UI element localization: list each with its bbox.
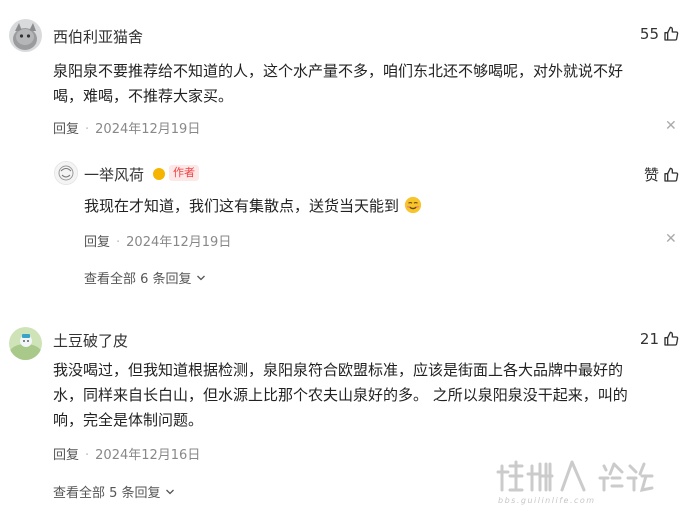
svg-text:bbs.guilinlife.com: bbs.guilinlife.com [498, 496, 596, 505]
like-button[interactable]: 21 [640, 330, 679, 348]
thumbs-up-icon [664, 167, 679, 182]
comment-text: 泉阳泉不要推荐给不知道的人，这个水产量不多，咱们东北还不够喝呢，对外就说不好 喝… [53, 59, 673, 109]
reply-meta: 回复 · 2024年12月19日 [84, 231, 231, 250]
reply-like-button[interactable]: 赞 [644, 164, 679, 185]
close-icon[interactable]: ✕ [665, 119, 677, 133]
avatar[interactable] [9, 327, 42, 360]
comment-text-line: 泉阳泉不要推荐给不知道的人，这个水产量不多，咱们东北还不够喝呢，对外就说不好 [53, 62, 624, 80]
author-badge: 作者 [169, 165, 199, 181]
separator-dot: · [85, 448, 90, 463]
comment-text: 我没喝过，但我知道根据检测，泉阳泉符合欧盟标准，应该是街面上各大品牌中最好的 水… [53, 358, 673, 433]
separator-dot: · [116, 235, 121, 250]
smiling-face-emoji [404, 196, 421, 214]
reply-avatar[interactable] [54, 161, 78, 185]
view-all-replies[interactable]: 查看全部 6 条回复 [84, 268, 206, 287]
comment-text-line: 我没喝过，但我知道根据检测，泉阳泉符合欧盟标准，应该是街面上各大品牌中最好的 [53, 361, 624, 379]
reply-username[interactable]: 一举风荷 [84, 164, 144, 185]
verified-icon [153, 168, 165, 180]
reply-button[interactable]: 回复 [53, 122, 79, 137]
comment-text-line: 响，完全是体制问题。 [53, 411, 204, 429]
view-all-label: 查看全部 5 条回复 [53, 486, 161, 501]
thumbs-up-icon [664, 26, 679, 41]
chevron-down-icon [165, 489, 174, 495]
avatar[interactable] [9, 19, 42, 52]
comment-date: 2024年12月19日 [95, 122, 201, 137]
reply-button[interactable]: 回复 [84, 235, 110, 250]
reply-button[interactable]: 回复 [53, 448, 79, 463]
reply-text: 我现在才知道，我们这有集散点，送货当天能到 [84, 194, 422, 219]
comment-meta: 回复 · 2024年12月19日 [53, 118, 200, 137]
like-button[interactable]: 55 [640, 25, 679, 43]
separator-dot: · [85, 122, 90, 137]
reply-date: 2024年12月19日 [126, 235, 232, 250]
comment-text-line: 水，同样来自长白山，但水源上比那个农夫山泉好的多。 之所以泉阳泉没干起来，叫的 [53, 386, 628, 404]
view-all-label: 查看全部 6 条回复 [84, 272, 192, 287]
comment-meta: 回复 · 2024年12月16日 [53, 444, 200, 463]
watermark-logo: bbs.guilinlife.com [496, 456, 686, 506]
chevron-down-icon [196, 275, 205, 281]
comment-username[interactable]: 西伯利亚猫舍 [53, 26, 143, 47]
reply-text-content: 我现在才知道，我们这有集散点，送货当天能到 [84, 197, 400, 215]
comment-username[interactable]: 土豆破了皮 [53, 330, 128, 351]
close-icon[interactable]: ✕ [665, 232, 677, 246]
view-all-replies[interactable]: 查看全部 5 条回复 [53, 482, 175, 501]
comment-date: 2024年12月16日 [95, 448, 201, 463]
like-label: 赞 [643, 166, 659, 184]
comment-text-line: 喝，难喝，不推荐大家买。 [53, 87, 234, 105]
like-count: 21 [639, 330, 659, 348]
thumbs-up-icon [664, 331, 679, 346]
like-count: 55 [639, 25, 659, 43]
